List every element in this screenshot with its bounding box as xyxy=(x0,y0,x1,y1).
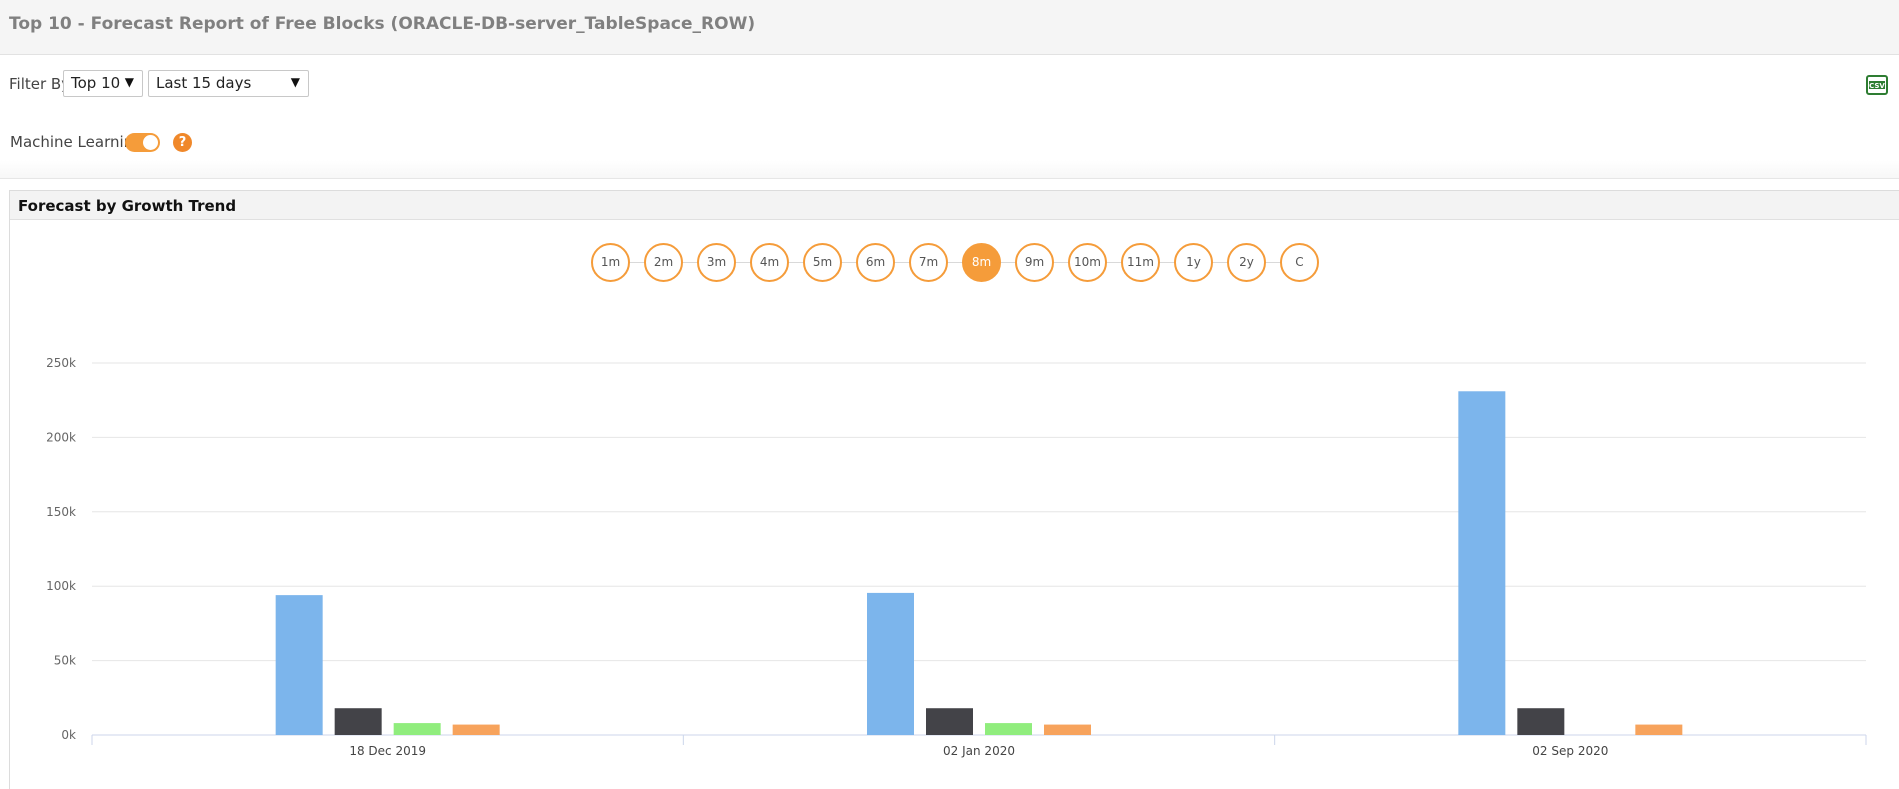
period-7m[interactable]: 7m xyxy=(909,243,948,282)
panel-header: Forecast by Growth Trend xyxy=(10,191,1899,220)
machine-learning-label: Machine Learning xyxy=(10,133,143,151)
section-separator xyxy=(0,160,1899,179)
y-tick-label: 150k xyxy=(46,505,76,519)
svg-text:CSV: CSV xyxy=(1869,82,1885,90)
x-tick-label: 02 Jan 2020 xyxy=(943,744,1015,758)
y-tick-label: 0k xyxy=(61,728,76,742)
y-tick-label: 250k xyxy=(46,356,76,370)
bar xyxy=(985,723,1032,735)
period-11m[interactable]: 11m xyxy=(1121,243,1160,282)
toggle-knob xyxy=(143,135,158,150)
bar xyxy=(393,723,441,735)
period-2y[interactable]: 2y xyxy=(1227,243,1266,282)
help-icon[interactable]: ? xyxy=(173,133,192,152)
chevron-down-icon: ▼ xyxy=(124,75,134,89)
title-bar: Top 10 - Forecast Report of Free Blocks … xyxy=(0,0,1899,55)
bar xyxy=(275,595,323,735)
bar xyxy=(334,708,382,735)
bar xyxy=(1517,708,1565,735)
page-title: Top 10 - Forecast Report of Free Blocks … xyxy=(9,14,756,34)
period-10m[interactable]: 10m xyxy=(1068,243,1107,282)
y-tick-label: 50k xyxy=(54,654,76,668)
top-n-select[interactable]: Top 10 ▼ xyxy=(63,70,143,97)
filter-by-label: Filter By xyxy=(9,75,71,93)
period-2m[interactable]: 2m xyxy=(644,243,683,282)
period-6m[interactable]: 6m xyxy=(856,243,895,282)
csv-export-icon[interactable]: CSV xyxy=(1866,74,1888,100)
y-tick-label: 100k xyxy=(46,579,76,593)
machine-learning-toggle[interactable] xyxy=(125,133,160,152)
bar xyxy=(452,724,500,735)
bar xyxy=(1458,391,1506,735)
period-3m[interactable]: 3m xyxy=(697,243,736,282)
date-range-select[interactable]: Last 15 days ▼ xyxy=(148,70,309,97)
panel-title: Forecast by Growth Trend xyxy=(18,197,237,215)
period-C[interactable]: C xyxy=(1280,243,1319,282)
bar xyxy=(926,708,973,735)
bar xyxy=(1635,724,1683,735)
x-tick-label: 18 Dec 2019 xyxy=(349,744,426,758)
period-5m[interactable]: 5m xyxy=(803,243,842,282)
period-1m[interactable]: 1m xyxy=(591,243,630,282)
x-tick-label: 02 Sep 2020 xyxy=(1532,744,1608,758)
period-8m[interactable]: 8m xyxy=(962,243,1001,282)
forecast-bar-chart: 0k 50k 100k 150k 200k 250k 18 Dec 2019 02 Jan 2… xyxy=(46,356,1867,758)
bar xyxy=(867,592,914,735)
bar xyxy=(1044,724,1091,735)
period-1y[interactable]: 1y xyxy=(1174,243,1213,282)
y-tick-label: 200k xyxy=(46,430,76,444)
date-range-select-value: Last 15 days xyxy=(156,74,252,92)
period-4m[interactable]: 4m xyxy=(750,243,789,282)
top-n-select-value: Top 10 xyxy=(71,74,121,92)
chevron-down-icon: ▼ xyxy=(290,75,300,89)
period-9m[interactable]: 9m xyxy=(1015,243,1054,282)
